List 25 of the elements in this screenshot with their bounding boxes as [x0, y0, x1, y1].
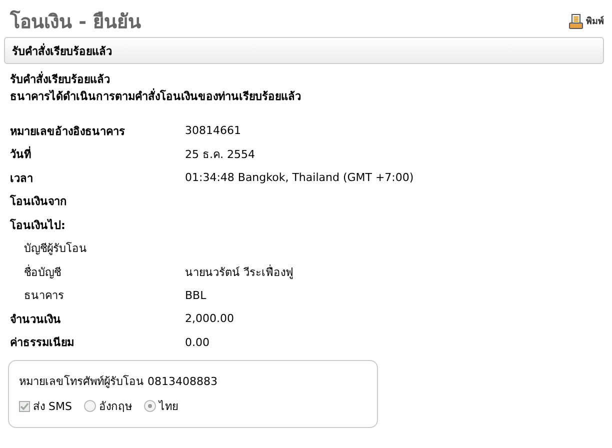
page-title: โอนเงิน - ยืนยัน	[10, 9, 142, 35]
detail-value: 01:34:48 Bangkok, Thailand (GMT +7:00)	[185, 171, 414, 184]
detail-label: หมายเลขอ้างอิงธนาคาร	[10, 124, 125, 140]
detail-value: นายนวรัตน์ วีระเฟื่องฟู	[185, 264, 294, 281]
detail-label: ค่าธรรมเนียม	[10, 335, 74, 352]
detail-label: ธนาคาร	[24, 288, 64, 304]
message-text: ธนาคารได้ดำเนินการตามคำสั่งโอนเงินของท่านเรียบร้อยแล้ว	[10, 88, 301, 105]
detail-value: BBL	[185, 288, 206, 302]
detail-label: ชื่อบัญชี	[24, 264, 61, 281]
section-header-bar: รับคำสั่งเรียบร้อยแล้ว	[4, 37, 604, 64]
detail-value: 2,000.00	[185, 312, 234, 326]
detail-value: 25 ธ.ค. 2554	[185, 147, 255, 164]
recipient-phone-text: หมายเลขโทรศัพท์ผู้รับโอน 0813408883	[19, 374, 218, 390]
printer-icon	[569, 14, 583, 28]
message-heading: รับคำสั่งเรียบร้อยแล้ว	[10, 71, 110, 88]
detail-label: วันที่	[10, 145, 31, 164]
detail-label: โอนเงินไป:	[10, 218, 66, 234]
detail-label: เวลา	[10, 170, 33, 187]
check-icon	[20, 402, 29, 410]
detail-value: 0.00	[185, 336, 210, 349]
print-link[interactable]: พิมพ์	[569, 14, 604, 28]
detail-label: โอนเงินจาก	[10, 194, 67, 210]
detail-value: 30814661	[185, 124, 241, 138]
detail-label: บัญชีผู้รับโอน	[24, 241, 87, 258]
detail-label: จำนวนเงิน	[10, 312, 61, 328]
